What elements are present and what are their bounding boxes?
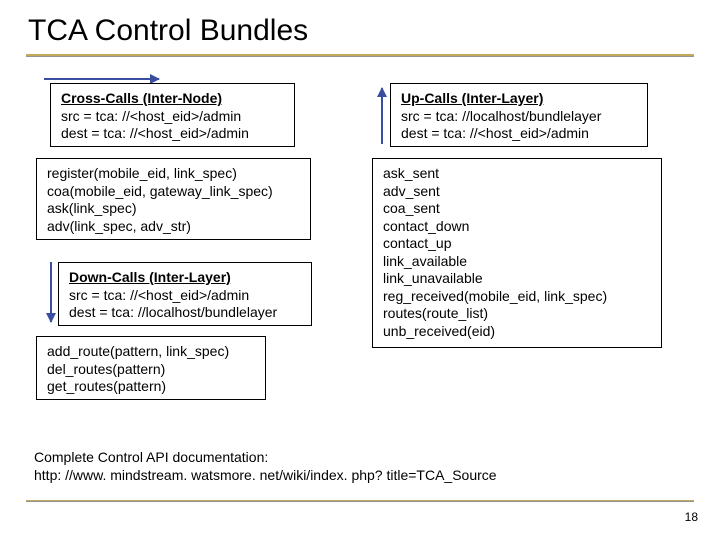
down-calls-arrow-icon bbox=[50, 262, 52, 322]
slide-title: TCA Control Bundles bbox=[28, 14, 308, 48]
title-rule bbox=[26, 54, 694, 57]
up-calls-dest: dest = tca: //<host_eid>/admin bbox=[401, 125, 637, 143]
page-number: 18 bbox=[685, 510, 698, 524]
up-calls-item: contact_down bbox=[383, 218, 651, 236]
cross-calls-header-box: Cross-Calls (Inter-Node) src = tca: //<h… bbox=[50, 83, 295, 147]
cross-calls-list-box: register(mobile_eid, link_spec) coa(mobi… bbox=[36, 158, 311, 240]
footer-link: http: //www. mindstream. watsmore. net/w… bbox=[34, 466, 497, 484]
cross-calls-heading: Cross-Calls (Inter-Node) bbox=[61, 90, 284, 108]
footer-text: Complete Control API documentation: http… bbox=[34, 448, 497, 484]
up-calls-item: link_unavailable bbox=[383, 270, 651, 288]
up-calls-item: adv_sent bbox=[383, 183, 651, 201]
footer-rule bbox=[26, 500, 694, 502]
up-calls-item: coa_sent bbox=[383, 200, 651, 218]
footer-line: Complete Control API documentation: bbox=[34, 448, 497, 466]
cross-calls-item: adv(link_spec, adv_str) bbox=[47, 218, 300, 236]
up-calls-arrow-icon bbox=[381, 88, 383, 144]
down-calls-dest: dest = tca: //localhost/bundlelayer bbox=[69, 304, 301, 322]
cross-calls-item: ask(link_spec) bbox=[47, 200, 300, 218]
down-calls-item: del_routes(pattern) bbox=[47, 361, 255, 379]
up-calls-item: reg_received(mobile_eid, link_spec) bbox=[383, 288, 651, 306]
cross-calls-src: src = tca: //<host_eid>/admin bbox=[61, 108, 284, 126]
up-calls-heading: Up-Calls (Inter-Layer) bbox=[401, 90, 637, 108]
down-calls-header-box: Down-Calls (Inter-Layer) src = tca: //<h… bbox=[58, 262, 312, 326]
cross-calls-dest: dest = tca: //<host_eid>/admin bbox=[61, 125, 284, 143]
up-calls-item: ask_sent bbox=[383, 165, 651, 183]
up-calls-list-box: ask_sent adv_sent coa_sent contact_down … bbox=[372, 158, 662, 348]
down-calls-src: src = tca: //<host_eid>/admin bbox=[69, 287, 301, 305]
cross-calls-arrow-icon bbox=[44, 78, 159, 80]
down-calls-item: get_routes(pattern) bbox=[47, 378, 255, 396]
up-calls-item: unb_received(eid) bbox=[383, 323, 651, 341]
up-calls-src: src = tca: //localhost/bundlelayer bbox=[401, 108, 637, 126]
slide: TCA Control Bundles Cross-Calls (Inter-N… bbox=[0, 0, 720, 540]
up-calls-item: routes(route_list) bbox=[383, 305, 651, 323]
up-calls-item: link_available bbox=[383, 253, 651, 271]
up-calls-item: contact_up bbox=[383, 235, 651, 253]
down-calls-list-box: add_route(pattern, link_spec) del_routes… bbox=[36, 336, 266, 400]
cross-calls-item: coa(mobile_eid, gateway_link_spec) bbox=[47, 183, 300, 201]
up-calls-header-box: Up-Calls (Inter-Layer) src = tca: //loca… bbox=[390, 83, 648, 147]
down-calls-item: add_route(pattern, link_spec) bbox=[47, 343, 255, 361]
cross-calls-item: register(mobile_eid, link_spec) bbox=[47, 165, 300, 183]
down-calls-heading: Down-Calls (Inter-Layer) bbox=[69, 269, 301, 287]
